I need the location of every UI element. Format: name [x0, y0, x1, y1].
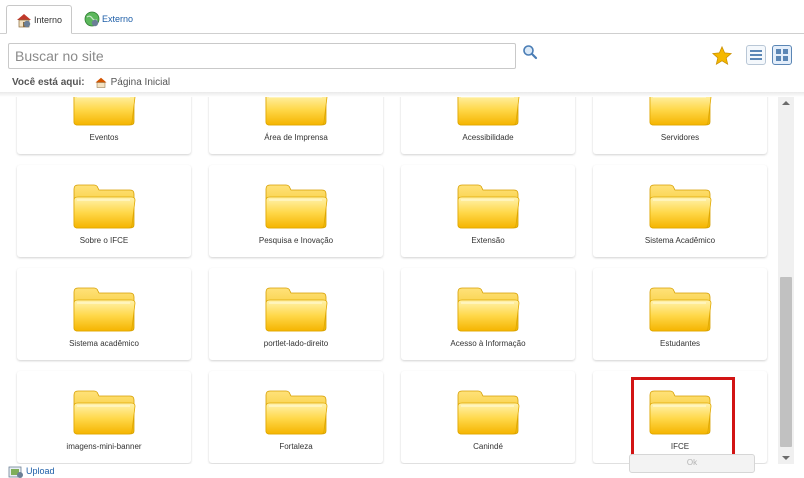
folder-label: Fortaleza — [279, 442, 313, 451]
folder-label: portlet-lado-direito — [263, 339, 329, 348]
folder-card[interactable]: Acesso à Informação — [401, 268, 575, 360]
folder-label: IFCE — [670, 442, 690, 451]
folder-icon — [457, 287, 520, 332]
folder-icon — [265, 184, 328, 229]
tab-externo-label: Externo — [102, 13, 134, 24]
home-icon — [95, 77, 107, 88]
folder-label: Canindé — [473, 442, 503, 451]
folder-card[interactable]: Área de Imprensa — [209, 97, 383, 154]
home-icon — [16, 13, 31, 27]
folder-icon — [265, 390, 328, 435]
folder-card[interactable]: imagens-mini-banner — [17, 371, 191, 463]
folder-label: Eventos — [89, 133, 119, 142]
folder-grid: Eventos Área de Imprensa Acessibilidade … — [0, 97, 778, 464]
folder-icon — [457, 184, 520, 229]
folder-icon — [73, 97, 136, 126]
folder-label: Servidores — [660, 133, 700, 142]
folder-icon — [73, 184, 136, 229]
list-view-button[interactable] — [746, 45, 766, 65]
grid-view-button[interactable] — [772, 45, 792, 65]
folder-icon — [649, 97, 712, 126]
search-icon[interactable] — [522, 44, 538, 60]
folder-label: Sistema Acadêmico — [644, 236, 716, 245]
folder-card[interactable]: Fortaleza — [209, 371, 383, 463]
folder-icon — [73, 390, 136, 435]
folder-label: Pesquisa e Inovação — [258, 236, 334, 245]
folder-label: Acessibilidade — [462, 133, 514, 142]
tab-externo[interactable]: Externo — [84, 5, 154, 32]
folder-label: Estudantes — [659, 339, 701, 348]
folder-icon — [649, 287, 712, 332]
folder-icon — [649, 184, 712, 229]
grid-view-icon — [776, 49, 788, 61]
folder-icon — [457, 97, 520, 126]
scrollbar-thumb[interactable] — [780, 277, 792, 447]
breadcrumb-label: Você está aqui: — [12, 76, 85, 88]
tab-interno[interactable]: Interno — [6, 5, 72, 34]
globe-icon — [84, 11, 100, 26]
upload-link[interactable]: Upload — [8, 463, 55, 478]
folder-card[interactable]: Sobre o IFCE — [17, 165, 191, 257]
ok-button[interactable]: Ok — [629, 454, 755, 473]
search-input[interactable] — [8, 43, 516, 69]
upload-icon — [8, 466, 23, 478]
folder-card[interactable]: Sistema Acadêmico — [593, 165, 767, 257]
scroll-down-arrow-icon[interactable] — [778, 452, 794, 464]
folder-card[interactable]: portlet-lado-direito — [209, 268, 383, 360]
folder-label: Sistema acadêmico — [69, 339, 139, 348]
vertical-scrollbar[interactable] — [778, 97, 794, 464]
folder-card[interactable]: Acessibilidade — [401, 97, 575, 154]
folder-label: Sobre o IFCE — [79, 236, 129, 245]
breadcrumb-home-link[interactable]: Página Inicial — [111, 77, 170, 88]
folder-card[interactable]: Servidores — [593, 97, 767, 154]
folder-label: imagens-mini-banner — [66, 442, 142, 451]
folder-card[interactable]: Pesquisa e Inovação — [209, 165, 383, 257]
folder-icon — [265, 97, 328, 126]
scroll-up-arrow-icon[interactable] — [778, 97, 794, 109]
folder-icon — [649, 390, 712, 435]
folder-card[interactable]: Eventos — [17, 97, 191, 154]
upload-label: Upload — [26, 465, 55, 476]
folder-label: Acesso à Informação — [450, 339, 526, 348]
folder-card-ifce[interactable]: IFCE — [593, 371, 767, 463]
folder-card[interactable]: Extensão — [401, 165, 575, 257]
folder-icon — [73, 287, 136, 332]
folder-card[interactable]: Estudantes — [593, 268, 767, 360]
folder-label: Área de Imprensa — [264, 133, 328, 142]
folder-label: Extensão — [471, 236, 505, 245]
tab-bar: Interno Externo — [0, 0, 804, 34]
tab-interno-label: Interno — [33, 14, 63, 25]
folder-card[interactable]: Canindé — [401, 371, 575, 463]
folder-card[interactable]: Sistema acadêmico — [17, 268, 191, 360]
list-view-icon — [750, 50, 762, 60]
folder-icon — [457, 390, 520, 435]
favorite-star-icon[interactable] — [711, 45, 733, 67]
breadcrumb: Você está aqui: Página Inicial — [12, 74, 170, 90]
folder-icon — [265, 287, 328, 332]
